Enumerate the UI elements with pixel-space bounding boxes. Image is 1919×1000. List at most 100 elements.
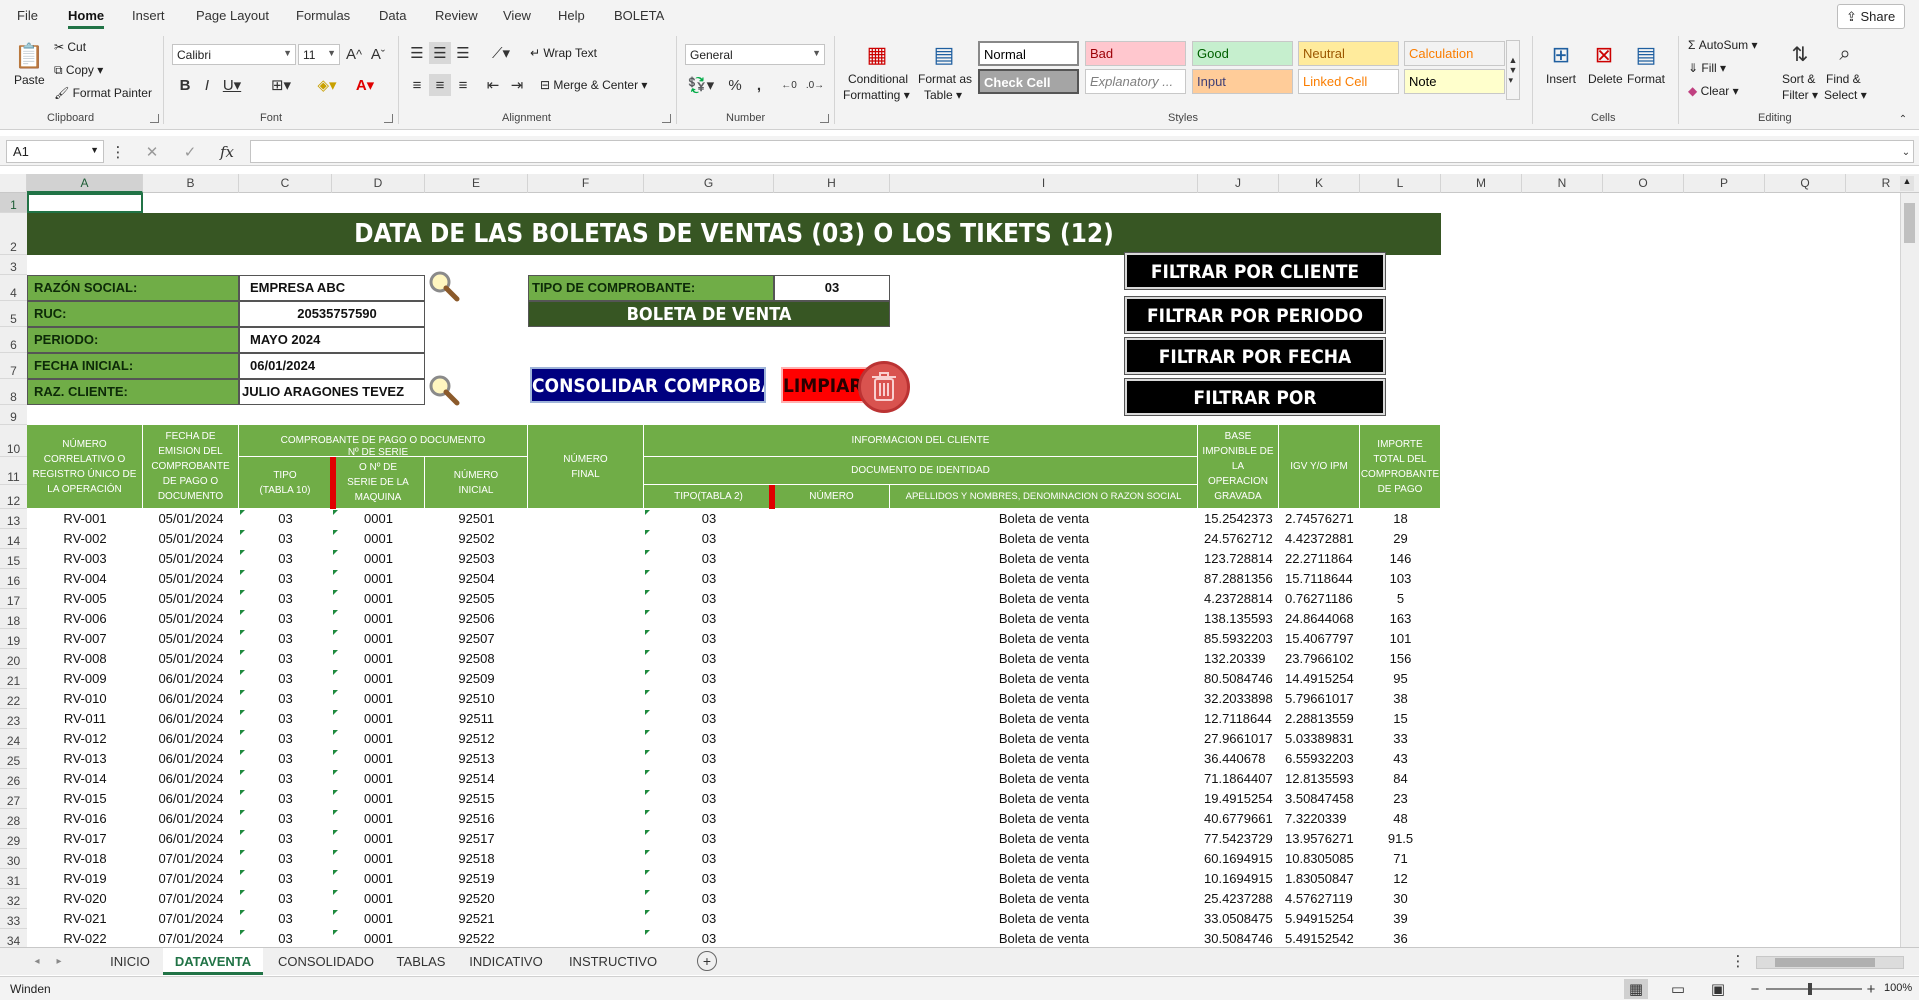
number-format-select[interactable]: General ▼ [685,44,825,65]
add-sheet-icon[interactable]: + [697,951,717,971]
cell-base[interactable]: 10.1694915 [1198,869,1279,889]
insert-function-icon[interactable]: fx [214,142,240,162]
cell-igv[interactable]: 13.9576271 [1279,829,1360,849]
increase-decimal-icon[interactable]: ←0 [778,74,800,96]
cut-button[interactable]: ✂ Cut [54,40,86,54]
cell-base[interactable]: 32.2033898 [1198,689,1279,709]
column-header-b[interactable]: B [143,174,239,193]
normal-view-icon[interactable]: ▦ [1624,979,1648,999]
vertical-scroll-up-icon[interactable]: ▲ [1900,176,1914,191]
cell-apellidos[interactable]: Boleta de venta [890,569,1198,589]
cell-fecha[interactable]: 06/01/2024 [143,829,239,849]
cell-numero-inicial[interactable]: 92507 [425,629,528,649]
cell-serie[interactable]: 0001 [332,549,425,569]
select-all-corner[interactable] [0,174,27,193]
cell-apellidos[interactable]: Boleta de venta [890,529,1198,549]
column-header-l[interactable]: L [1360,174,1441,193]
row-header[interactable]: 26 [0,769,27,789]
cell-numero-inicial[interactable]: 92505 [425,589,528,609]
cell-tipo[interactable]: 03 [239,649,332,669]
cell-numero-inicial[interactable]: 92519 [425,869,528,889]
cell-tipo-doc[interactable]: 03 [644,929,774,947]
cell-tipo[interactable]: 03 [239,909,332,929]
menu-insert[interactable]: Insert [132,8,165,23]
cell-importe[interactable]: 12 [1360,869,1441,889]
cell-correlativo[interactable]: RV-003 [27,549,143,569]
cell-igv[interactable]: 5.49152542 [1279,929,1360,947]
cell-numero-inicial[interactable]: 92517 [425,829,528,849]
sheet-tab-instructivo[interactable]: INSTRUCTIVO [558,948,668,975]
cell-igv[interactable]: 4.42372881 [1279,529,1360,549]
cell-numero-inicial[interactable]: 92520 [425,889,528,909]
menu-help[interactable]: Help [558,8,585,23]
format-as-table-icon[interactable]: ▤ [929,40,959,70]
bold-icon[interactable]: B [175,74,195,96]
cell-tipo[interactable]: 03 [239,629,332,649]
decrease-font-icon[interactable]: Aˇ [368,44,388,65]
cell-base[interactable]: 25.4237288 [1198,889,1279,909]
font-color-icon[interactable]: A▾ [350,74,380,96]
magnifier-icon[interactable] [427,269,461,303]
cell-serie[interactable]: 0001 [332,729,425,749]
column-header-a[interactable]: A [27,174,143,193]
expand-formula-icon[interactable]: ⌄ [1898,142,1914,162]
menu-data[interactable]: Data [379,8,406,23]
tipo-comprobante-value[interactable]: 03 [774,275,890,301]
cell-importe[interactable]: 38 [1360,689,1441,709]
fill-color-icon[interactable]: ◈▾ [312,74,342,96]
cell-fecha[interactable]: 07/01/2024 [143,849,239,869]
cell-fecha[interactable]: 05/01/2024 [143,509,239,529]
row-header[interactable]: 15 [0,549,27,569]
delete-cells-icon[interactable]: ⊠ [1588,40,1620,70]
menu-file[interactable]: File [17,8,38,23]
column-header-f[interactable]: F [528,174,644,193]
cell-tipo-doc[interactable]: 03 [644,829,774,849]
cell-fecha[interactable]: 05/01/2024 [143,649,239,669]
cell-serie[interactable]: 0001 [332,849,425,869]
info-value-raz-cliente[interactable]: JULIO ARAGONES TEVEZ [239,379,425,405]
cell-tipo-doc[interactable]: 03 [644,769,774,789]
consolidar-comprobante-button[interactable]: CONSOLIDAR COMPROBANTE [530,367,766,403]
cell-base[interactable]: 15.2542373 [1198,509,1279,529]
cell-correlativo[interactable]: RV-019 [27,869,143,889]
cell-tipo-doc[interactable]: 03 [644,849,774,869]
cell-numero-inicial[interactable]: 92514 [425,769,528,789]
cell-importe[interactable]: 23 [1360,789,1441,809]
row-header[interactable]: 18 [0,609,27,629]
row-header[interactable]: 7 [0,353,27,379]
alignment-launcher-icon[interactable] [662,114,671,123]
align-bottom-icon[interactable]: ☰ [453,42,473,64]
cell-tipo[interactable]: 03 [239,769,332,789]
cell-apellidos[interactable]: Boleta de venta [890,769,1198,789]
row-header[interactable]: 12 [0,485,27,509]
row-header[interactable]: 11 [0,457,27,485]
cell-igv[interactable]: 14.4915254 [1279,669,1360,689]
cell-base[interactable]: 27.9661017 [1198,729,1279,749]
font-launcher-icon[interactable] [384,114,393,123]
delete-button[interactable]: Delete [1588,72,1623,86]
cell-tipo-doc[interactable]: 03 [644,809,774,829]
vertical-scrollbar[interactable] [1900,193,1919,947]
row-header[interactable]: 25 [0,749,27,769]
cell-base[interactable]: 138.135593 [1198,609,1279,629]
cell-importe[interactable]: 33 [1360,729,1441,749]
cell-apellidos[interactable]: Boleta de venta [890,869,1198,889]
cell-importe[interactable]: 5 [1360,589,1441,609]
cell-tipo[interactable]: 03 [239,929,332,947]
row-header[interactable]: 14 [0,529,27,549]
sheet-tab-tablas[interactable]: TABLAS [387,948,455,975]
cell-importe[interactable]: 30 [1360,889,1441,909]
cell-apellidos[interactable]: Boleta de venta [890,549,1198,569]
font-size-select[interactable]: 11 ▼ [298,44,340,65]
filtrar-por-fecha-button[interactable]: FILTRAR POR FECHA [1124,337,1386,375]
cell-fecha[interactable]: 07/01/2024 [143,909,239,929]
next-sheet-icon[interactable]: ▸ [52,952,66,970]
cell-fecha[interactable]: 05/01/2024 [143,589,239,609]
cell-apellidos[interactable]: Boleta de venta [890,609,1198,629]
underline-icon[interactable]: U▾ [219,74,245,96]
cell-tipo-doc[interactable]: 03 [644,609,774,629]
cell-igv[interactable]: 15.4067797 [1279,629,1360,649]
cell-apellidos[interactable]: Boleta de venta [890,589,1198,609]
cell-apellidos[interactable]: Boleta de venta [890,709,1198,729]
align-right-icon[interactable]: ≡ [453,74,473,96]
